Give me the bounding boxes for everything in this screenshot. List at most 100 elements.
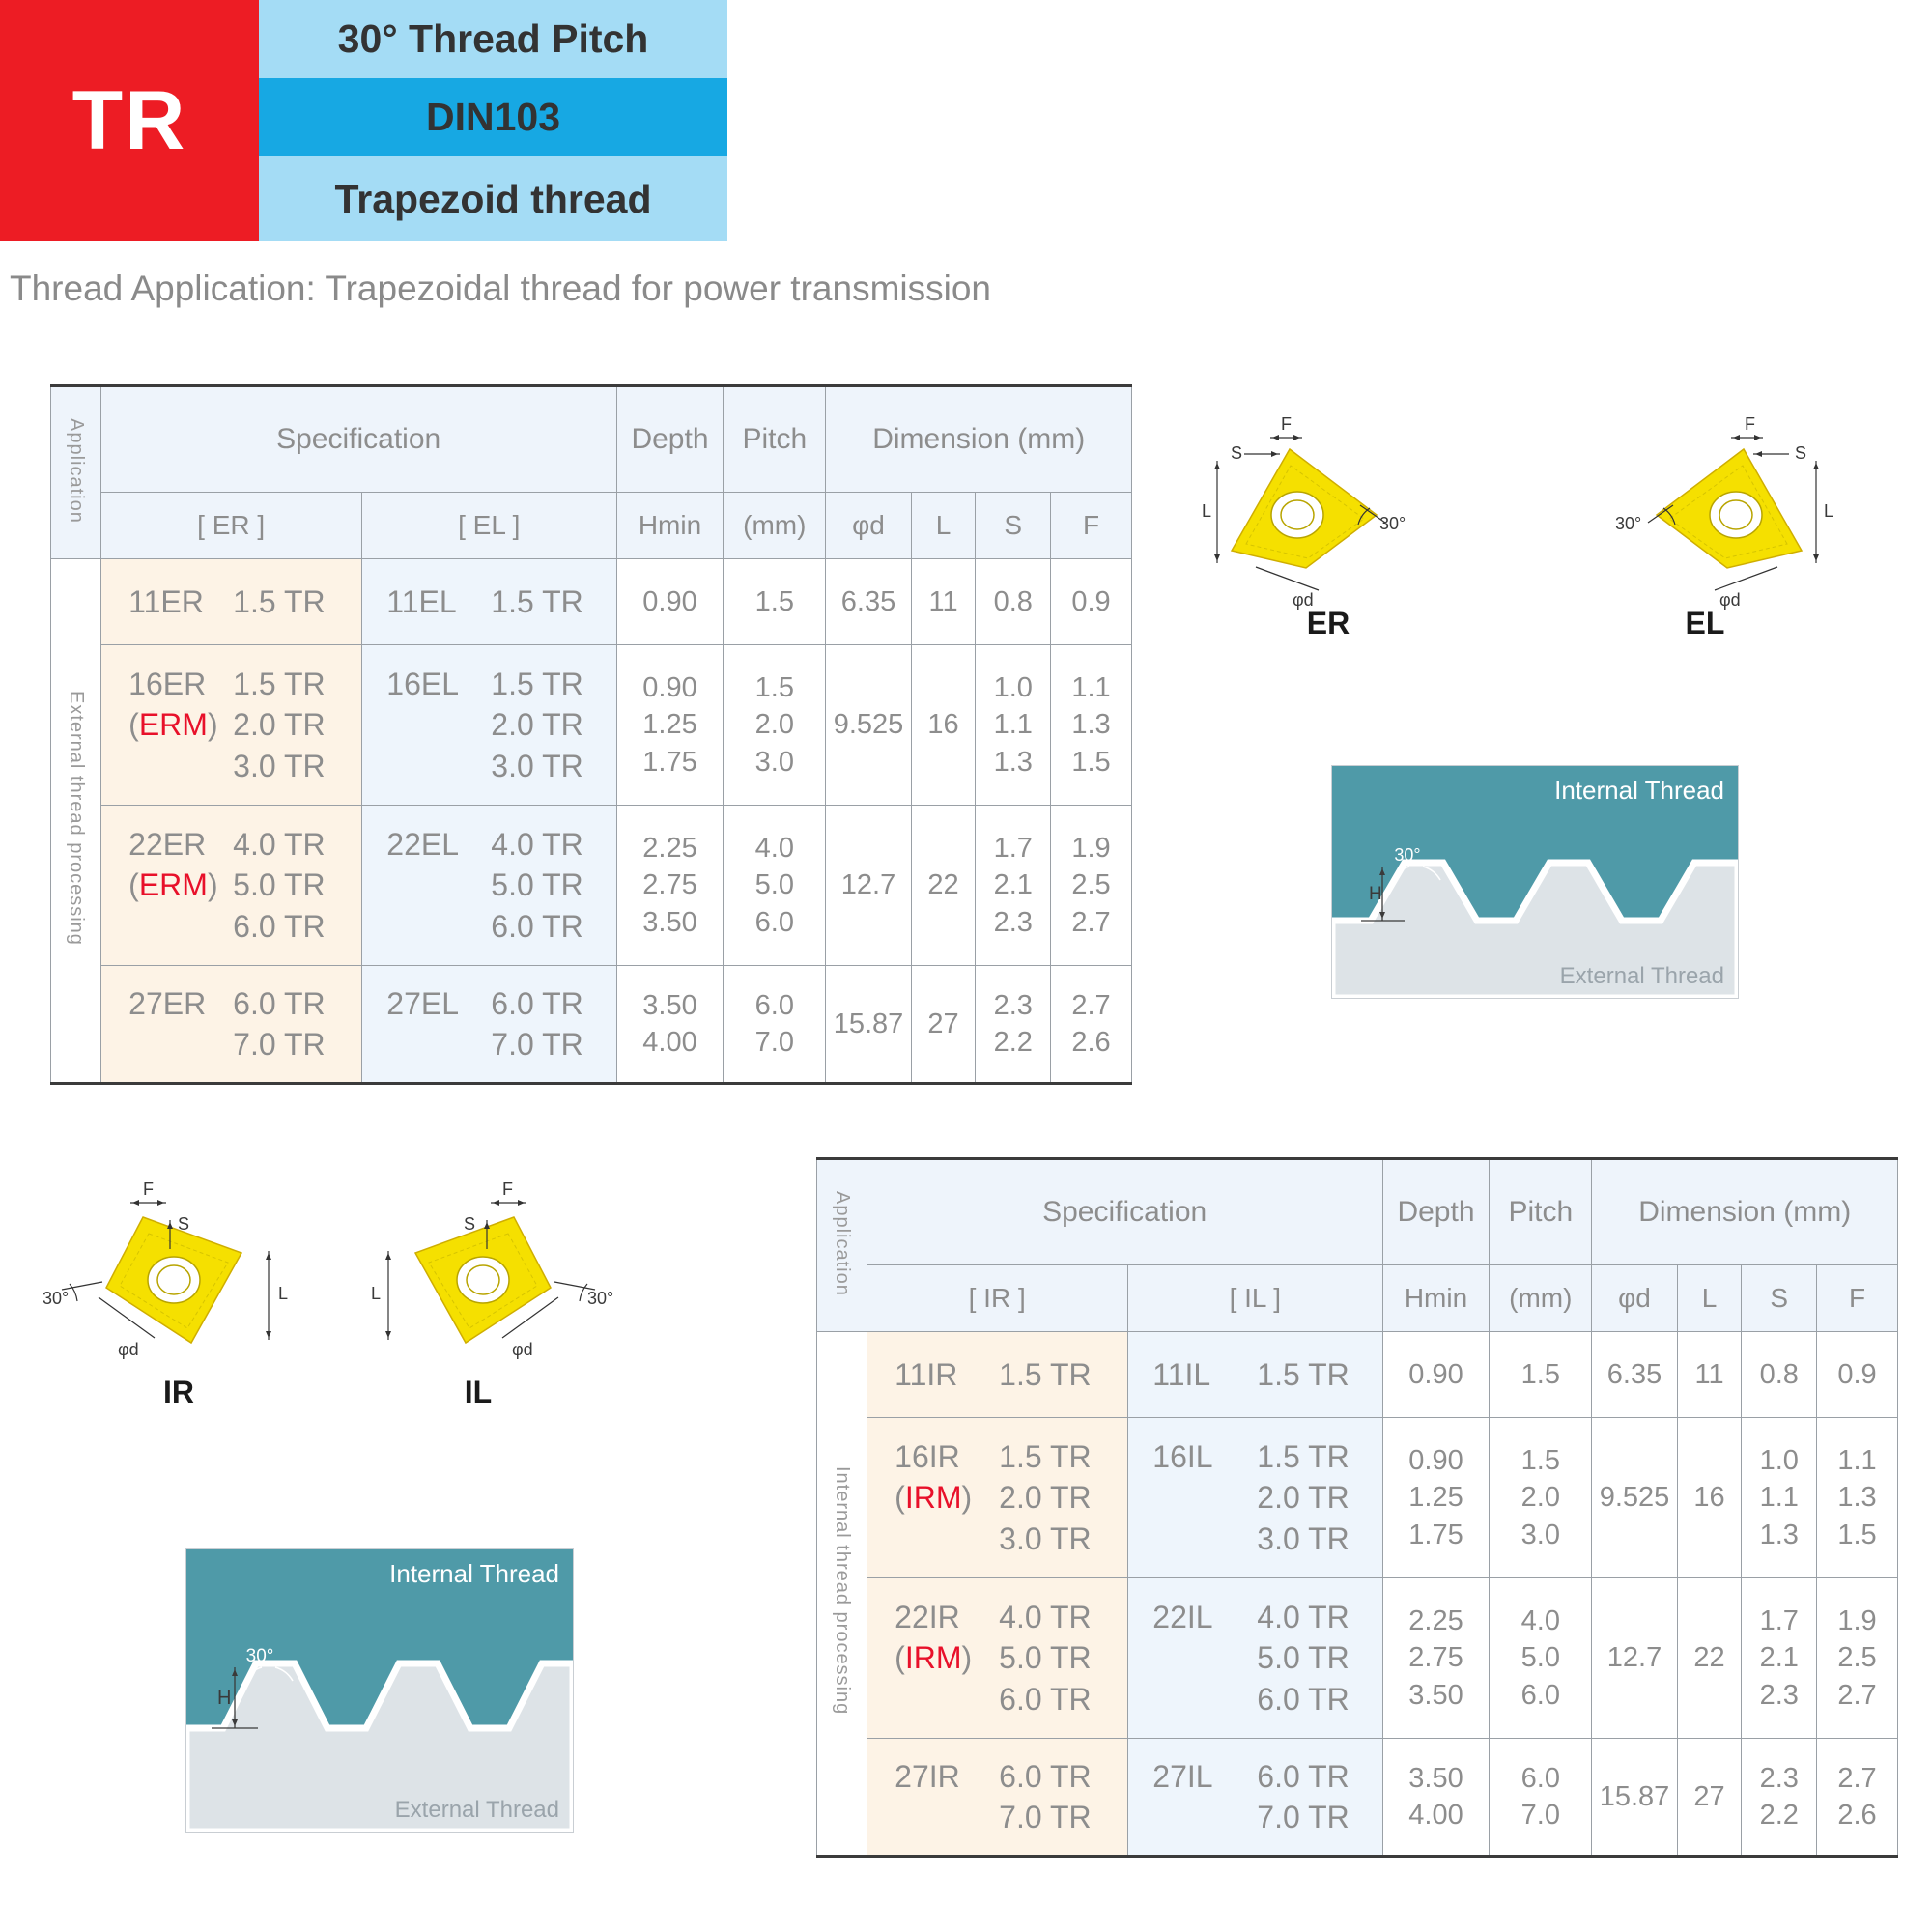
svg-text:30°: 30° (1379, 514, 1406, 533)
s-cell: 2.3 2.2 (975, 965, 1052, 1085)
spec-left-cell: 27EL 6.0 TR 7.0 TR (360, 965, 617, 1085)
table-header-row-1: Application Specification Depth Pitch Di… (816, 1157, 1898, 1332)
s-cell: 1.0 1.1 1.3 (975, 644, 1052, 806)
l-cell: 11 (1676, 1331, 1743, 1418)
pitch-mm-cell: 6.0 7.0 (1489, 1738, 1593, 1858)
hmin-subheader: Hmin (615, 492, 724, 559)
f-cell: 1.9 2.5 2.7 (1816, 1577, 1898, 1739)
application-header-cell: Application (50, 384, 101, 559)
dimension-header: Dimension (mm) (1591, 1157, 1898, 1265)
svg-text:S: S (1795, 443, 1806, 463)
table-row: External thread processing 11ER 1.5 TR 11EL… (50, 558, 1132, 1085)
f-subheader: F (1816, 1264, 1898, 1332)
pitch-mm-cell: 4.0 5.0 6.0 (723, 805, 827, 966)
ir-subheader: [ IR ] (866, 1264, 1128, 1332)
f-cell: 0.9 (1050, 558, 1132, 645)
internal-thread-label: Internal Thread (389, 1559, 559, 1588)
spec-right-cell: 16ER 1.5 TR (ERM) 2.0 TR 3.0 TR (99, 644, 362, 806)
spec-left-cell: 22EL 4.0 TR 5.0 TR 6.0 TR (360, 805, 617, 966)
s-cell: 1.7 2.1 2.3 (1741, 1577, 1818, 1739)
phid-cell: 12.7 (1591, 1577, 1678, 1739)
l-cell: 27 (910, 965, 977, 1085)
table-header-row-2: [ IR ] [ IL ] Hmin (mm) φd L S F (817, 1264, 1898, 1332)
l-cell: 16 (910, 644, 977, 806)
svg-text:30°: 30° (1394, 845, 1420, 865)
phid-cell: 6.35 (1591, 1331, 1678, 1418)
external-thread-label: External Thread (1559, 963, 1724, 989)
insert-figure-ir: F S L φd 30° IR (39, 1174, 319, 1415)
svg-text:S: S (1231, 443, 1242, 463)
banner-code-block: TR (0, 0, 259, 242)
il-subheader: [ IL ] (1126, 1264, 1383, 1332)
l-cell: 16 (1676, 1417, 1743, 1578)
phid-cell: 9.525 (1591, 1417, 1678, 1578)
thread-profile-diagram-top: 30° H Internal Thread External Thread (1331, 765, 1739, 999)
f-subheader: F (1050, 492, 1132, 559)
external-thread-label: External Thread (394, 1797, 559, 1823)
external-thread-spec-table: Application Specification Depth Pitch Di… (50, 384, 1132, 1085)
el-subheader: [ EL ] (360, 492, 617, 559)
spec-right-cell: 22ER 4.0 TR (ERM) 5.0 TR 6.0 TR (99, 805, 362, 966)
banner-line-standard: DIN103 (259, 78, 727, 156)
hmin-cell: 3.50 4.00 (615, 965, 724, 1085)
s-subheader: S (975, 492, 1052, 559)
spec-left-cell: 11IL 1.5 TR (1126, 1331, 1383, 1418)
internal-thread-label: Internal Thread (1554, 776, 1724, 805)
spec-left-cell: 16IL 1.5 TR 2.0 TR 3.0 TR (1126, 1417, 1383, 1578)
table-row: 22IR 4.0 TR (IRM) 5.0 TR 6.0 TR 22IL 4.0 TR 5.0… (817, 1577, 1898, 1739)
thread-profile-diagram-bottom: 30° H Internal Thread External Thread (185, 1548, 574, 1833)
mm-subheader: (mm) (1489, 1264, 1593, 1332)
svg-text:L: L (371, 1284, 381, 1303)
spec-left-cell: 11EL 1.5 TR (360, 558, 617, 645)
s-cell: 2.3 2.2 (1741, 1738, 1818, 1858)
phid-cell: 15.87 (825, 965, 912, 1085)
hmin-cell: 0.90 (1381, 1331, 1491, 1418)
svg-text:S: S (178, 1214, 189, 1234)
pitch-mm-cell: 4.0 5.0 6.0 (1489, 1577, 1593, 1739)
svg-text:30°: 30° (246, 1646, 274, 1666)
l-subheader: L (1676, 1264, 1743, 1332)
spec-left-cell: 22IL 4.0 TR 5.0 TR 6.0 TR (1126, 1577, 1383, 1739)
table-row: 22ER 4.0 TR (ERM) 5.0 TR 6.0 TR 22EL 4.0 TR 5.0… (51, 805, 1132, 966)
f-cell: 1.9 2.5 2.7 (1050, 805, 1132, 966)
svg-text:φd: φd (512, 1340, 533, 1359)
insert-figure-el: F S L φd 30° EL (1565, 401, 1845, 642)
figure-caption-el: EL (1685, 606, 1725, 640)
svg-text:L: L (1202, 501, 1211, 521)
svg-text:H: H (217, 1688, 231, 1709)
hmin-cell: 3.50 4.00 (1381, 1738, 1491, 1858)
s-subheader: S (1741, 1264, 1818, 1332)
pitch-mm-cell: 1.5 2.0 3.0 (1489, 1417, 1593, 1578)
mm-subheader: (mm) (723, 492, 827, 559)
l-cell: 11 (910, 558, 977, 645)
phid-cell: 9.525 (825, 644, 912, 806)
application-side-cell: Internal thread processing (816, 1331, 867, 1858)
l-cell: 22 (1676, 1577, 1743, 1739)
application-side-label: External thread processing (65, 691, 87, 946)
phid-cell: 12.7 (825, 805, 912, 966)
table-header-row-1: Application Specification Depth Pitch Di… (50, 384, 1132, 559)
pitch-mm-cell: 1.5 (1489, 1331, 1593, 1418)
figure-caption-il: IL (464, 1375, 493, 1409)
l-cell: 22 (910, 805, 977, 966)
er-subheader: [ ER ] (99, 492, 362, 559)
svg-text:30°: 30° (1615, 514, 1641, 533)
table-row: 16IR 1.5 TR (IRM) 2.0 TR 3.0 TR 16IL 1.5 TR 2.0… (817, 1417, 1898, 1578)
svg-text:φd: φd (118, 1340, 139, 1359)
application-side-label: Internal thread processing (831, 1466, 853, 1716)
hmin-cell: 0.90 1.25 1.75 (1381, 1417, 1491, 1578)
phid-subheader: φd (1591, 1264, 1678, 1332)
svg-text:S: S (464, 1214, 475, 1234)
s-cell: 0.8 (1741, 1331, 1818, 1418)
svg-text:H: H (1369, 884, 1382, 904)
spec-right-cell: 27IR 6.0 TR 7.0 TR (866, 1738, 1128, 1858)
specification-header: Specification (866, 1157, 1383, 1265)
banner-line-thread-pitch: 30° Thread Pitch (259, 0, 727, 78)
banner-title-rows: 30° Thread Pitch DIN103 Trapezoid thread (259, 0, 727, 242)
pitch-mm-cell: 1.5 (723, 558, 827, 645)
hmin-cell: 2.25 2.75 3.50 (1381, 1577, 1491, 1739)
insert-figure-er: F S L φd 30° ER (1188, 401, 1468, 642)
spec-right-cell: 11IR 1.5 TR (866, 1331, 1128, 1418)
hmin-cell: 0.90 (615, 558, 724, 645)
f-cell: 2.7 2.6 (1816, 1738, 1898, 1858)
